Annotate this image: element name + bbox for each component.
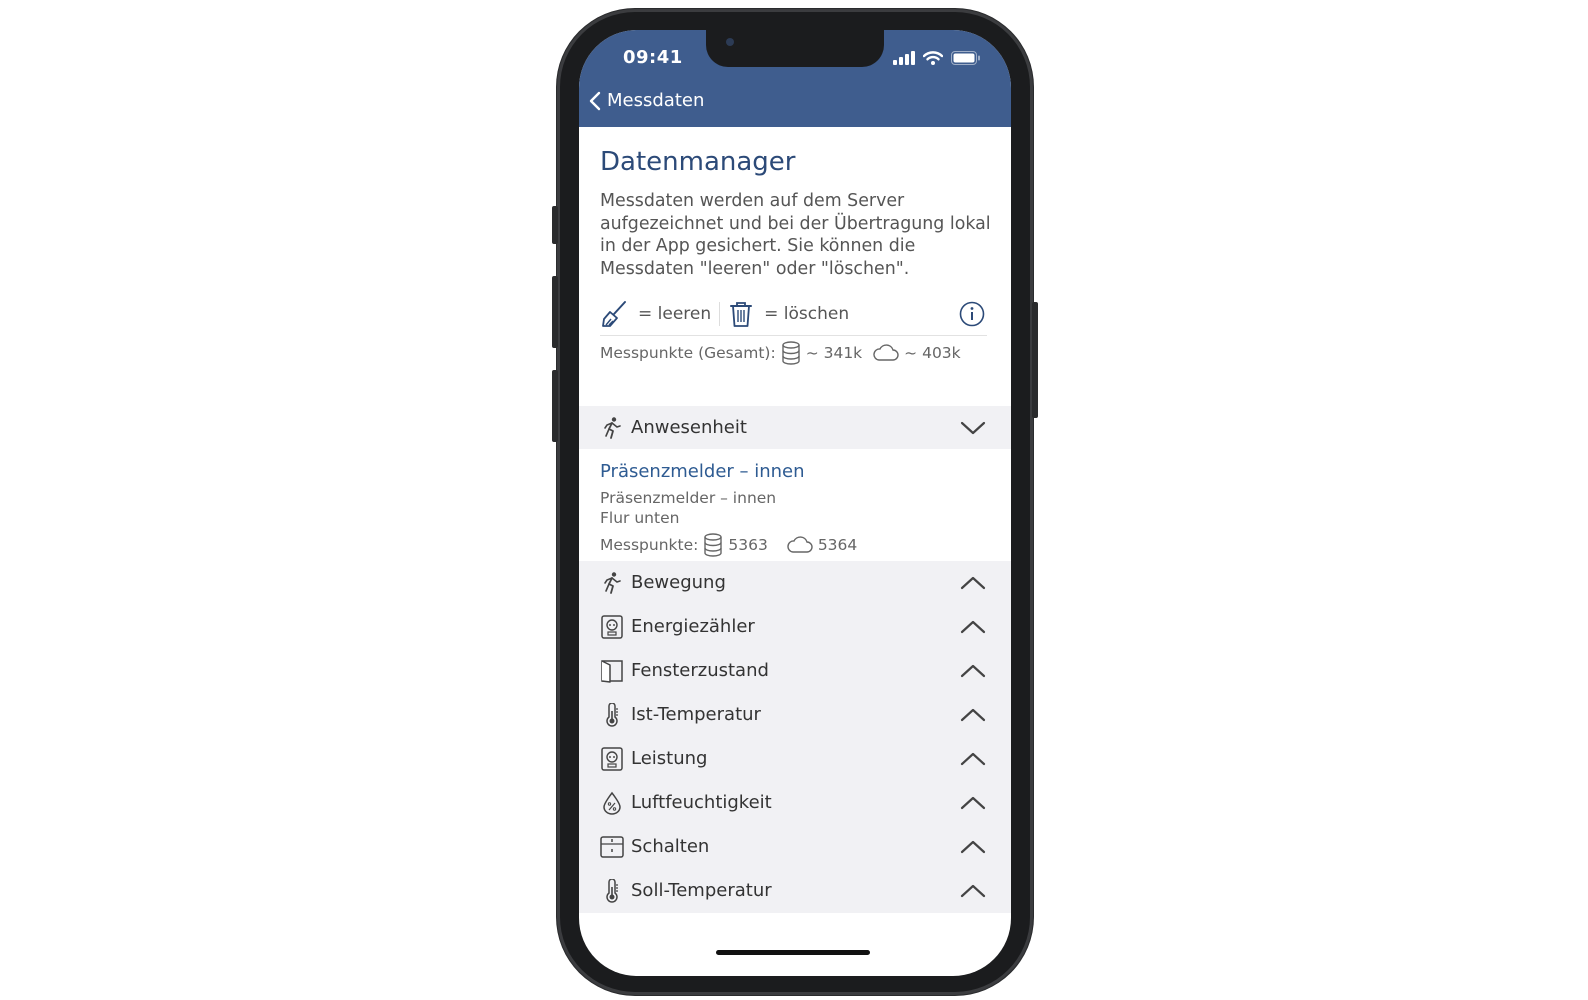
- chevron-up-icon: [960, 840, 986, 854]
- screen: 09:41 Messdaten Datenmanager Messdaten w…: [579, 30, 1011, 976]
- chevron-up-icon: [960, 752, 986, 766]
- person-walk-icon: [604, 417, 621, 439]
- group-label: Ist-Temperatur: [631, 704, 761, 725]
- group-label: Energiezähler: [631, 616, 755, 637]
- group-label: Soll-Temperatur: [631, 880, 772, 901]
- group-bewegung[interactable]: Bewegung: [579, 561, 1011, 605]
- group-luftfeuchtigkeit[interactable]: Luftfeuchtigkeit: [579, 781, 1011, 825]
- device-location: Flur unten: [600, 509, 680, 527]
- chevron-left-icon: [589, 91, 601, 110]
- trash-icon: [730, 302, 753, 327]
- group-energiezaehler[interactable]: Energiezähler: [579, 605, 1011, 649]
- legend-separator: [719, 302, 721, 326]
- database-icon[interactable]: [703, 533, 723, 557]
- page-title: Datenmanager: [600, 147, 796, 177]
- camera: [726, 38, 734, 46]
- window-icon: [601, 660, 623, 683]
- phone-frame: 09:41 Messdaten Datenmanager Messdaten w…: [552, 9, 1038, 995]
- group-label: Anwesenheit: [631, 417, 747, 438]
- chevron-up-icon: [960, 620, 986, 634]
- broom-icon: [602, 301, 626, 327]
- group-schalten[interactable]: Schalten: [579, 825, 1011, 869]
- group-fensterzustand[interactable]: Fensterzustand: [579, 649, 1011, 693]
- group-label: Luftfeuchtigkeit: [631, 792, 772, 813]
- status-icons: [893, 51, 981, 65]
- divider: [600, 335, 987, 336]
- legend-delete-label: = löschen: [764, 304, 850, 324]
- total-points-label: Messpunkte (Gesamt):: [600, 344, 776, 362]
- chevron-up-icon: [960, 884, 986, 898]
- group-soll-temperatur[interactable]: Soll-Temperatur: [579, 869, 1011, 913]
- meter-icon: [601, 747, 623, 771]
- back-label: Messdaten: [607, 90, 705, 111]
- device-local-value: 5363: [728, 536, 768, 554]
- device-cloud-value: 5364: [817, 536, 858, 554]
- back-button[interactable]: Messdaten: [589, 90, 704, 111]
- device-subtitle: Präsenzmelder – innen: [600, 489, 777, 507]
- chevron-up-icon: [960, 664, 986, 678]
- group-leistung[interactable]: Leistung: [579, 737, 1011, 781]
- total-local-value: ~ 341k: [805, 344, 863, 362]
- chevron-up-icon: [960, 708, 986, 722]
- device-item: Präsenzmelder – innen Präsenzmelder – in…: [579, 449, 1011, 560]
- status-time: 09:41: [623, 47, 683, 68]
- group-label: Leistung: [631, 748, 708, 769]
- thermometer-icon: [606, 879, 618, 903]
- meter-icon: [601, 615, 623, 639]
- device-points-label: Messpunkte:: [600, 536, 699, 554]
- group-label: Schalten: [631, 836, 710, 857]
- total-cloud-value: ~ 403k: [904, 344, 961, 362]
- page-description: Messdaten werden auf dem Server aufgezei…: [600, 191, 991, 279]
- signal-icon: [893, 51, 915, 65]
- group-label: Fensterzustand: [631, 660, 769, 681]
- mute-switch: [552, 206, 558, 244]
- total-points: Messpunkte (Gesamt): ~ 341k ~ 403k: [600, 341, 961, 365]
- chevron-up-icon: [960, 796, 986, 810]
- chevron-up-icon: [960, 576, 986, 590]
- switch-icon: [600, 836, 624, 858]
- battery-icon: [951, 51, 980, 65]
- cloud-icon: [873, 344, 899, 361]
- thermometer-icon: [606, 703, 618, 727]
- power-button: [1032, 302, 1038, 418]
- volume-up-button: [552, 276, 558, 348]
- cloud-icon[interactable]: [787, 536, 813, 554]
- group-label: Bewegung: [631, 572, 726, 593]
- info-icon[interactable]: [959, 301, 985, 327]
- home-indicator[interactable]: [716, 950, 870, 955]
- database-icon: [781, 341, 800, 365]
- legend-clear-label: = leeren: [638, 304, 712, 324]
- chevron-down-icon: [960, 421, 986, 435]
- person-walk-icon: [604, 572, 621, 594]
- device-points: Messpunkte: 5363 5364: [600, 533, 857, 557]
- legend: = leeren = löschen: [600, 294, 987, 334]
- wifi-icon: [923, 51, 943, 65]
- humidity-drop-icon: [603, 791, 621, 815]
- device-name[interactable]: Präsenzmelder – innen: [600, 461, 805, 482]
- notch: [706, 30, 884, 67]
- volume-down-button: [552, 370, 558, 442]
- group-ist-temperatur[interactable]: Ist-Temperatur: [579, 693, 1011, 737]
- group-anwesenheit[interactable]: Anwesenheit: [579, 406, 1011, 450]
